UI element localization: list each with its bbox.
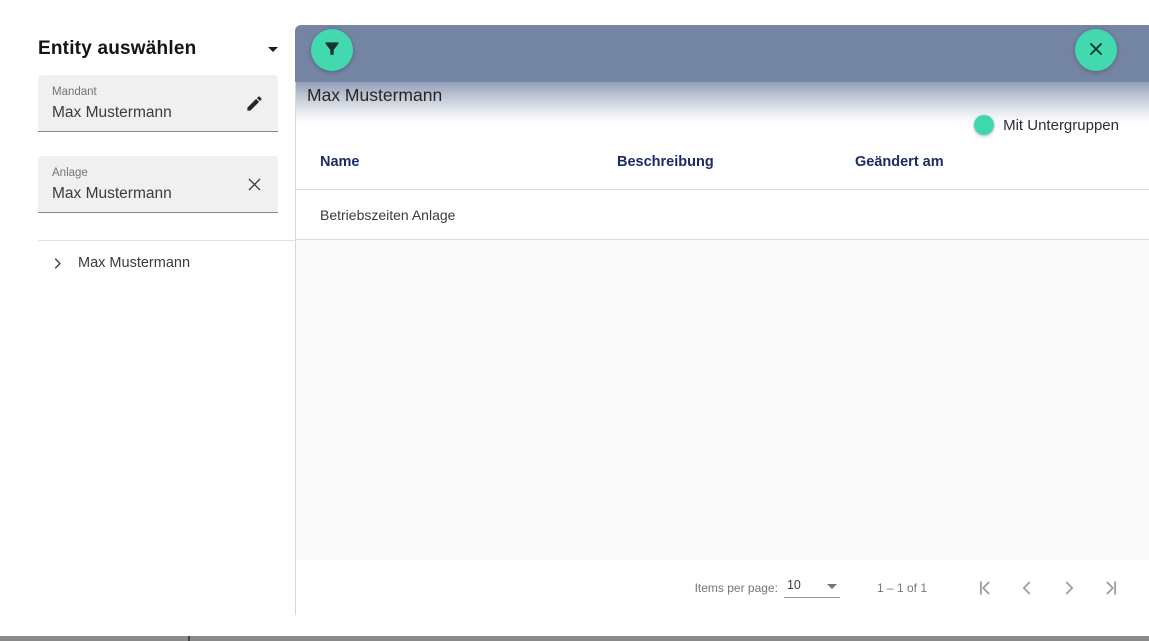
- window-bottom-scrollbar[interactable]: [0, 636, 1149, 641]
- anlage-field-value: Max Mustermann: [52, 185, 266, 203]
- mandant-field-value: Max Mustermann: [52, 104, 266, 122]
- toggle-knob[interactable]: [974, 115, 994, 135]
- last-page-button[interactable]: [1098, 575, 1124, 601]
- close-button[interactable]: [1075, 29, 1117, 71]
- mandant-field-label: Mandant: [52, 86, 266, 99]
- tree-item-max-mustermann[interactable]: Max Mustermann: [38, 249, 278, 277]
- entity-dialog: Max Mustermann Mit Untergruppen Name Bes…: [295, 25, 1149, 615]
- sidebar-divider: [38, 240, 295, 241]
- mandant-field[interactable]: Mandant Max Mustermann: [38, 75, 278, 132]
- paginator-range-label: 1 – 1 of 1: [877, 581, 927, 595]
- select-caret-icon: [827, 584, 837, 589]
- table-empty-area: [296, 240, 1149, 560]
- dialog-title: Max Mustermann: [307, 85, 442, 106]
- anlage-field[interactable]: Anlage Max Mustermann: [38, 156, 278, 213]
- edit-icon[interactable]: [241, 90, 267, 116]
- sidebar-title: Entity auswählen: [38, 38, 196, 60]
- first-page-icon: [974, 577, 996, 599]
- sidebar-header: Entity auswählen: [38, 36, 278, 62]
- subgroups-toggle[interactable]: [958, 118, 992, 132]
- first-page-button[interactable]: [972, 575, 998, 601]
- anlage-field-label: Anlage: [52, 167, 266, 180]
- dialog-header-bar: [295, 25, 1149, 82]
- subgroups-toggle-label: Mit Untergruppen: [1003, 117, 1119, 134]
- chevron-down-icon[interactable]: [268, 47, 278, 52]
- next-page-button[interactable]: [1056, 575, 1082, 601]
- chevron-left-icon: [1016, 577, 1038, 599]
- items-per-page-select[interactable]: 10: [784, 578, 840, 598]
- scrollbar-tick: [188, 636, 190, 641]
- cell-name: Betriebszeiten Anlage: [295, 207, 617, 223]
- filter-button[interactable]: [311, 29, 353, 71]
- previous-page-button[interactable]: [1014, 575, 1040, 601]
- clear-icon[interactable]: [241, 171, 267, 197]
- close-icon: [1086, 39, 1106, 62]
- column-header-beschreibung: Beschreibung: [617, 154, 855, 170]
- paginator-nav: [972, 575, 1124, 601]
- tree-item-label: Max Mustermann: [78, 255, 190, 271]
- column-header-geaendert-am: Geändert am: [855, 154, 1149, 170]
- filter-icon: [322, 39, 342, 62]
- paginator: Items per page: 10 1 – 1 of 1: [296, 560, 1149, 615]
- items-per-page-value: 10: [787, 578, 801, 592]
- last-page-icon: [1100, 577, 1122, 599]
- entity-sidebar: Entity auswählen Mandant Max Mustermann …: [0, 0, 295, 615]
- table-row[interactable]: Betriebszeiten Anlage: [295, 190, 1149, 240]
- items-per-page-label: Items per page:: [695, 581, 778, 595]
- column-header-name: Name: [295, 154, 617, 170]
- table-header-row: Name Beschreibung Geändert am: [295, 135, 1149, 190]
- chevron-right-icon[interactable]: [50, 255, 66, 271]
- chevron-right-icon: [1058, 577, 1080, 599]
